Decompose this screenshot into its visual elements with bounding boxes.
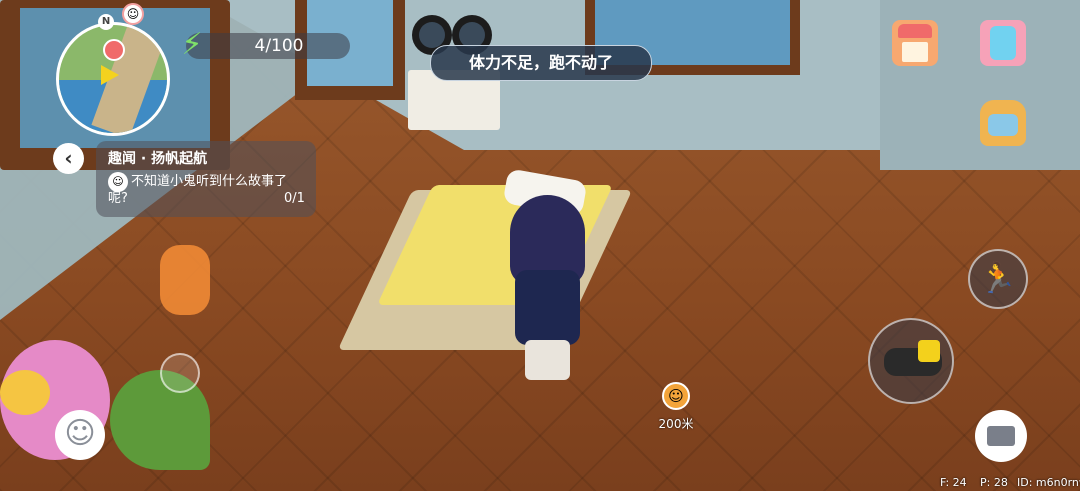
- house-shop-icon[interactable]: [892, 20, 938, 66]
- npc-avatar-icon: ☺: [108, 172, 128, 192]
- jump-icon: 🏃: [979, 261, 1017, 296]
- quest-description: 不知道小鬼听到什么故事了 呢?: [108, 173, 311, 206]
- flower-center: [0, 370, 50, 415]
- orange-cat-npc[interactable]: [160, 245, 210, 315]
- quest-title: 趣闻 · 扬帆起航: [108, 151, 208, 167]
- stamina-warning-toast: 体力不足，跑不动了: [430, 45, 652, 81]
- npc-location-marker[interactable]: ☺: [662, 382, 690, 410]
- lightning-icon: ⚡: [181, 27, 203, 62]
- movement-joystick[interactable]: [160, 353, 200, 393]
- binoculars-tool-button[interactable]: [868, 318, 954, 404]
- ping-readout: P: 28: [980, 476, 1008, 489]
- quest-desc-line2: 呢?: [108, 191, 128, 206]
- character-legs: [525, 340, 570, 380]
- backpack-icon[interactable]: [980, 100, 1026, 146]
- quest-desc-line1: 不知道小鬼听到什么故事了: [131, 174, 288, 189]
- npc-distance-label: 200米: [658, 417, 694, 431]
- character-body: [515, 270, 580, 345]
- binoculars-icon: [884, 340, 942, 376]
- minimap-player-arrow-icon: [101, 65, 119, 85]
- compass-north-label: N: [98, 14, 114, 30]
- quest-progress: 0/1: [284, 191, 305, 206]
- player-avatar-icon: ☺: [122, 3, 144, 25]
- player-character: [500, 195, 595, 385]
- jump-button[interactable]: 🏃: [968, 249, 1028, 309]
- minimap-poi-icon: [103, 39, 125, 61]
- quest-collapse-button[interactable]: ‹: [53, 143, 84, 174]
- minimap[interactable]: [56, 22, 170, 136]
- smiley-icon: ☺: [64, 416, 96, 451]
- player-id-readout: ID: m6n0rnw: [1017, 476, 1080, 489]
- toolbox-button[interactable]: [975, 410, 1027, 462]
- fps-readout: F: 24: [940, 476, 967, 489]
- stamina-value: 4/100: [254, 36, 304, 56]
- emote-button[interactable]: ☺: [55, 410, 105, 460]
- phone-icon[interactable]: [980, 20, 1026, 66]
